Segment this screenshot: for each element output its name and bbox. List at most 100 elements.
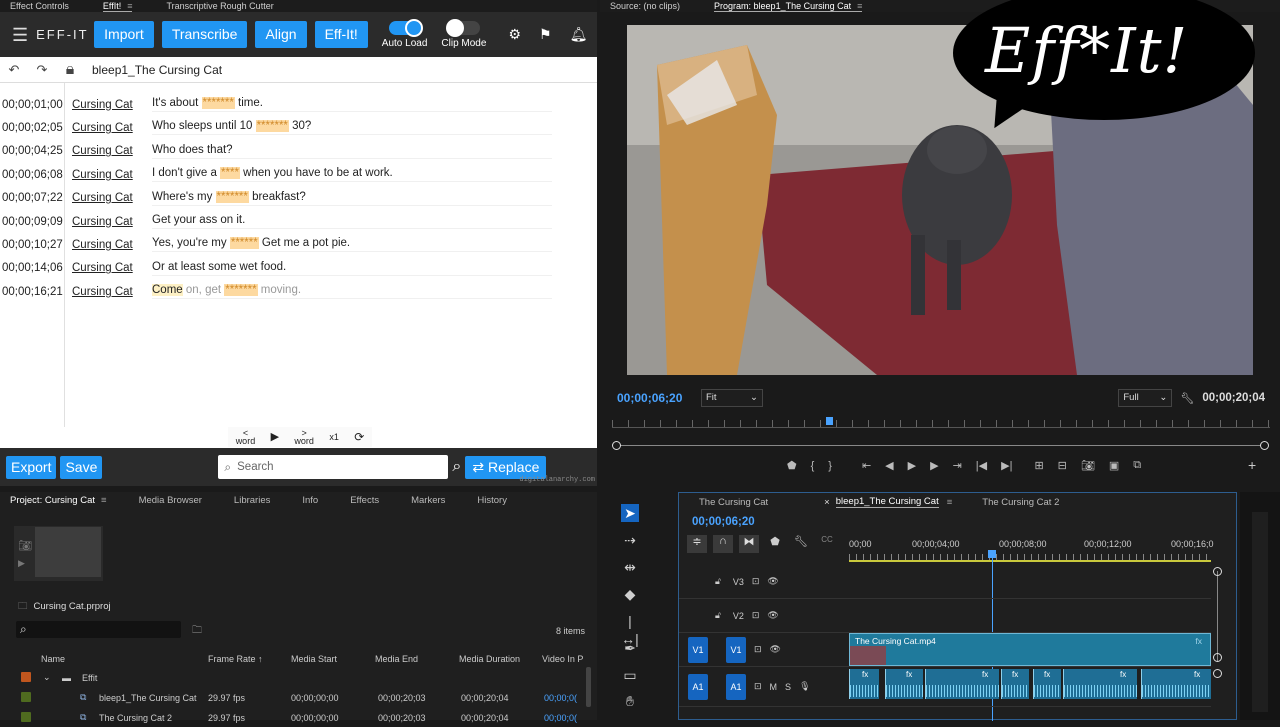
project-tab[interactable]: Effects	[350, 495, 379, 506]
project-tab[interactable]: History	[477, 495, 507, 506]
timeline-current-timecode[interactable]: 00;00;06;20	[692, 516, 755, 528]
auto-load-switch[interactable]	[388, 18, 423, 37]
work-area-bar[interactable]	[849, 560, 1211, 562]
tab-program[interactable]: Program: bleep1_The Cursing Cat ≡	[714, 1, 863, 12]
lock-icon[interactable]: 🔓︎	[715, 576, 721, 587]
auto-load-toggle[interactable]: Auto Load	[382, 18, 427, 49]
align-button[interactable]: Align	[255, 21, 307, 48]
wrench-icon[interactable]: 🔧︎	[791, 535, 811, 553]
text-span[interactable]: time.	[235, 97, 263, 109]
tab-rough-cutter[interactable]: Transcriptive Rough Cutter	[166, 1, 273, 11]
go-to-in-icon[interactable]: ⇤	[862, 459, 871, 472]
text-span[interactable]: on, get	[183, 284, 225, 296]
project-tab[interactable]: Markers	[411, 495, 445, 506]
text-span[interactable]: I don't give a	[152, 167, 220, 179]
new-bin-icon[interactable]: 🗀	[192, 623, 202, 640]
play-icon[interactable]: ▶︎	[908, 459, 916, 472]
project-item-row[interactable]: ⧉ The Cursing Cat 2 29.97 fps 00;00;00;00 00…	[0, 708, 586, 727]
eye-icon[interactable]: 👁︎	[770, 644, 781, 655]
audio-clip[interactable]: fx	[885, 669, 923, 699]
vscroll-handle-top[interactable]	[1213, 567, 1222, 576]
next-edit-icon[interactable]: ▶|	[1001, 459, 1012, 472]
timeline-vscroll[interactable]	[1213, 565, 1223, 715]
row-speaker[interactable]: Cursing Cat	[72, 262, 152, 274]
text-span[interactable]: when you have to be at work.	[240, 167, 393, 179]
text-span[interactable]: Yes, you're my	[152, 237, 230, 249]
vscroll-handle-bottom[interactable]	[1213, 653, 1222, 662]
col-video-in[interactable]: Video In P	[542, 654, 586, 664]
track-v1-lane[interactable]: The Cursing Cat.mp4 fx	[849, 633, 1211, 667]
row-speaker[interactable]: Cursing Cat	[72, 192, 152, 204]
scroll-handle-left[interactable]	[612, 441, 621, 450]
extract-icon[interactable]: ⊟	[1058, 459, 1067, 472]
row-text[interactable]: I don't give a **** when you have to be …	[152, 167, 552, 183]
row-timecode[interactable]: 00;00;02;05	[0, 122, 72, 134]
step-forward-icon[interactable]: ▶︎	[930, 459, 938, 472]
item-name[interactable]: bleep1_The Cursing Cat	[99, 693, 197, 703]
track-a1-target[interactable]: A1	[726, 673, 746, 700]
lock-icon[interactable]: 🔓︎	[715, 610, 721, 621]
transcript-row[interactable]: 00;00;01;00 Cursing Cat It's about *******…	[0, 93, 597, 116]
text-span[interactable]: breakfast?	[249, 191, 306, 203]
flag-icon[interactable]: ⚑	[539, 26, 552, 43]
text-span[interactable]: Or at least some wet food.	[152, 261, 286, 273]
pen-tool-icon[interactable]: ✒	[621, 639, 639, 657]
audio-clip[interactable]: fx	[1001, 669, 1029, 699]
mark-in-icon[interactable]: {	[811, 460, 815, 472]
export-button[interactable]: Export	[6, 455, 57, 479]
text-span[interactable]: Get me a pot pie.	[259, 237, 350, 249]
row-timecode[interactable]: 00;00;16;21	[0, 286, 72, 298]
sync-lock-icon[interactable]: ⊡	[754, 681, 762, 692]
row-text[interactable]: Who does that?	[152, 144, 552, 159]
quality-dropdown[interactable]: Full ⌄	[1118, 389, 1173, 407]
project-item-row[interactable]: ⧉ bleep1_The Cursing Cat 29.97 fps 00;00;00…	[0, 688, 586, 707]
microphone-icon[interactable]: 🎙︎	[799, 681, 810, 692]
col-media-end[interactable]: Media End	[375, 654, 418, 664]
row-text[interactable]: Yes, you're my ****** Get me a pot pie.	[152, 237, 552, 253]
refresh-icon[interactable]: ⟳	[354, 431, 364, 443]
marker-icon[interactable]: ⬟	[787, 459, 797, 472]
snap-icon[interactable]: ∩	[713, 535, 733, 553]
rectangle-tool-icon[interactable]: ▭	[621, 666, 639, 684]
sync-lock-icon[interactable]: ⊡	[752, 610, 760, 621]
mute-button[interactable]: M	[770, 682, 778, 692]
text-span[interactable]: It's about	[152, 97, 202, 109]
row-speaker[interactable]: Cursing Cat	[72, 122, 152, 134]
row-speaker[interactable]: Cursing Cat	[72, 99, 152, 111]
project-tab[interactable]: Libraries	[234, 495, 270, 506]
project-thumbnail[interactable]: 📷︎ ▶	[14, 526, 103, 581]
item-name[interactable]: Effit	[82, 673, 97, 683]
bleep-word[interactable]: ******	[229, 237, 259, 250]
mark-out-icon[interactable]: }	[828, 460, 832, 472]
bell-icon[interactable]: 🔔︎	[570, 26, 588, 43]
seq-tab-3[interactable]: The Cursing Cat 2	[982, 497, 1059, 508]
undo-icon[interactable]: ↶	[0, 62, 28, 78]
row-timecode[interactable]: 00;00;10;27	[0, 239, 72, 251]
step-back-icon[interactable]: ◀︎	[885, 459, 893, 472]
hand-tool-icon[interactable]: ✋︎	[621, 692, 639, 710]
sync-lock-icon[interactable]: ⊡	[754, 644, 762, 655]
next-word-button[interactable]: > word	[294, 429, 314, 446]
seq-tab-1[interactable]: The Cursing Cat	[699, 497, 768, 508]
video-clip[interactable]: The Cursing Cat.mp4 fx	[849, 633, 1211, 666]
transcript-row[interactable]: 00;00;14;06 Cursing Cat Or at least some w…	[0, 257, 597, 280]
tab-source[interactable]: Source: (no clips)	[610, 1, 680, 11]
row-timecode[interactable]: 00;00;14;06	[0, 262, 72, 274]
seq-tab-2[interactable]: bleep1_The Cursing Cat	[835, 496, 939, 508]
row-text[interactable]: Or at least some wet food.	[152, 261, 552, 276]
track-a1-lane[interactable]: fx fx fx fx fx fx fx	[849, 667, 1211, 707]
track-select-tool-icon[interactable]: ⇢	[621, 531, 639, 549]
row-text[interactable]: Who sleeps until 10 ******* 30?	[152, 120, 552, 136]
row-timecode[interactable]: 00;00;09;09	[0, 216, 72, 228]
fit-dropdown[interactable]: Fit ⌄	[701, 389, 763, 407]
monitor-ruler[interactable]	[612, 420, 1270, 428]
col-name[interactable]: Name	[41, 654, 65, 664]
row-text[interactable]: It's about ******* time.	[152, 97, 552, 112]
text-span[interactable]: 30?	[289, 120, 311, 132]
audio-clip[interactable]: fx	[1141, 669, 1211, 699]
row-text[interactable]: Get your ass on it.	[152, 214, 552, 229]
timeline-playhead-head[interactable]	[988, 550, 996, 558]
row-speaker[interactable]: Cursing Cat	[72, 145, 152, 157]
audio-clip[interactable]: fx	[1063, 669, 1137, 699]
hamburger-menu-icon[interactable]: ☰	[12, 26, 28, 44]
